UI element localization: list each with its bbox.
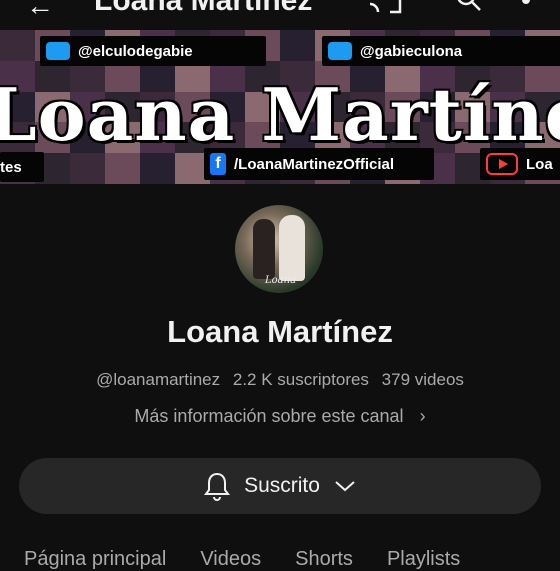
banner-channel-name: Loana Martínez [0, 72, 560, 157]
channel-meta: @loanamartinez 2.2 K suscriptores 379 vi… [0, 370, 560, 390]
banner-facebook-handle: f /LoanaMartinezOfficial [204, 148, 434, 180]
search-icon[interactable] [456, 0, 482, 12]
bell-icon [204, 472, 231, 501]
banner-youtube-handle-text: Loa [526, 155, 553, 173]
subscribed-button[interactable]: Suscrito [19, 458, 541, 514]
about-channel-text: Más información sobre este canal [134, 406, 404, 426]
cast-icon[interactable] [368, 0, 402, 14]
channel-tabs: Página principal Videos Shorts Playlists [24, 548, 560, 570]
tab-videos[interactable]: Videos [200, 548, 261, 570]
chevron-right-icon: › [419, 406, 426, 426]
more-options-icon[interactable] [522, 0, 530, 4]
avatar-figure-right [279, 215, 305, 281]
banner-facebook-handle-text: /LoanaMartinezOfficial [234, 155, 395, 173]
back-arrow-icon[interactable]: ← [26, 0, 54, 22]
twitter-icon [328, 42, 352, 60]
tab-shorts[interactable]: Shorts [295, 548, 353, 570]
channel-handle: @loanamartinez [96, 370, 221, 389]
twitter-icon [46, 42, 70, 60]
app-bar-title: Loana Martínez [94, 0, 313, 17]
tab-home[interactable]: Página principal [24, 548, 166, 570]
banner-twitter-handle-1: @elculodegabie [40, 36, 266, 66]
banner-twitter-handle-2: @gabieculona [322, 36, 560, 66]
about-channel-link[interactable]: Más información sobre este canal › [0, 406, 560, 427]
channel-banner: @elculodegabie @gabieculona Loana Martín… [0, 30, 560, 184]
banner-partial-handle-left-text: tes [0, 158, 22, 176]
channel-avatar[interactable]: Loana [235, 205, 323, 293]
chevron-down-icon [335, 481, 355, 492]
subscribed-label: Suscrito [244, 474, 320, 497]
facebook-icon: f [210, 153, 226, 175]
channel-name: Loana Martínez [167, 314, 393, 349]
avatar-signature: Loana [265, 275, 297, 286]
banner-youtube-handle: Loa [480, 148, 560, 180]
youtube-icon [486, 153, 518, 175]
top-app-bar: ← Loana Martínez [0, 0, 560, 30]
tab-playlists[interactable]: Playlists [387, 548, 460, 570]
subscriber-count: 2.2 K suscriptores [232, 370, 369, 389]
avatar-figure-left [253, 219, 275, 279]
video-count: 379 videos [381, 370, 464, 389]
banner-twitter-handle-2-text: @gabieculona [360, 42, 463, 60]
banner-partial-handle-left: tes [0, 152, 44, 182]
banner-twitter-handle-1-text: @elculodegabie [78, 42, 193, 60]
